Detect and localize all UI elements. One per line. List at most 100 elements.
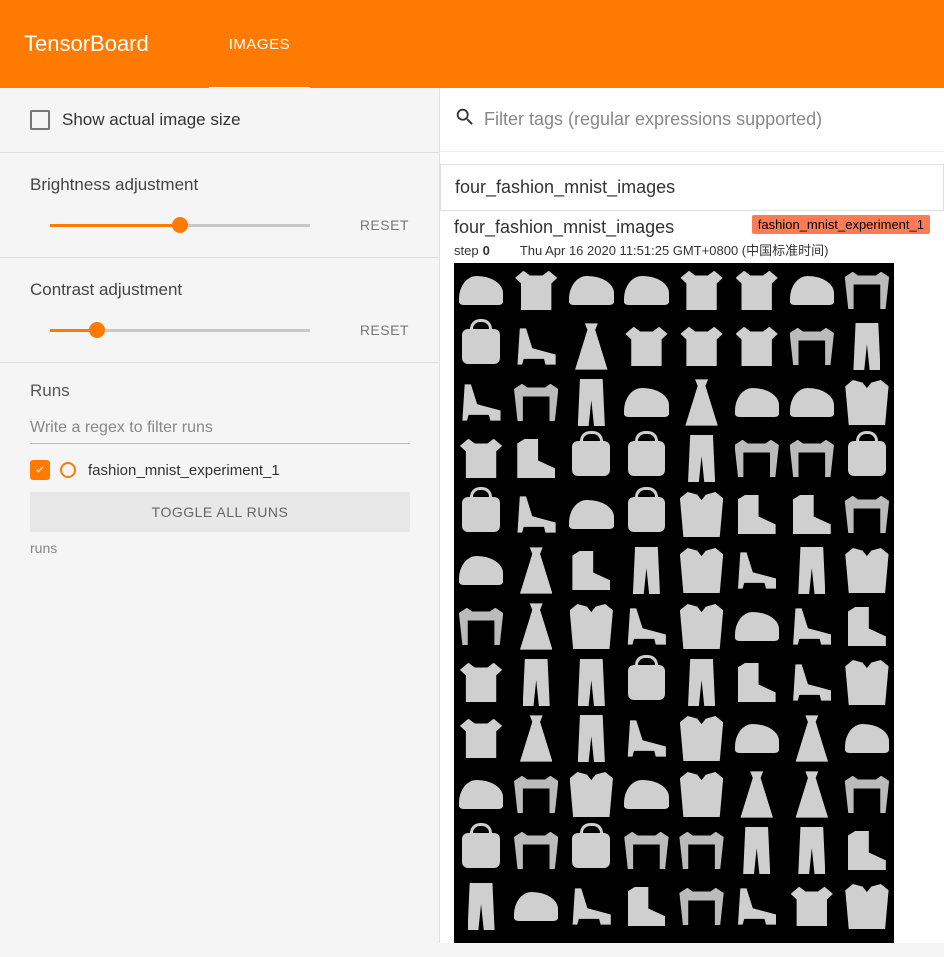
image-thumbnail [840,711,894,766]
image-thumbnail [840,431,894,486]
image-thumbnail [675,319,729,374]
image-thumbnail [564,655,618,710]
image-thumbnail [675,487,729,542]
image-thumbnail [785,431,839,486]
image-thumbnail [509,879,563,934]
show-actual-size-row[interactable]: Show actual image size [0,88,439,153]
image-thumbnail [840,487,894,542]
image-tag-title: four_fashion_mnist_images [454,217,674,238]
tag-filter-bar [440,88,944,152]
image-thumbnail [840,879,894,934]
image-thumbnail [564,431,618,486]
tag-group-header[interactable]: four_fashion_mnist_images [440,164,944,211]
runs-title: Runs [30,381,409,401]
image-thumbnail [785,879,839,934]
image-thumbnail [509,431,563,486]
image-thumbnail [454,543,508,598]
image-thumbnail [730,263,784,318]
contrast-reset-button[interactable]: RESET [360,322,409,338]
runs-footer-label: runs [30,540,409,556]
image-thumbnail [675,823,729,878]
step-value: 0 [483,243,490,258]
step-line: step 0 Thu Apr 16 2020 11:51:25 GMT+0800 (… [454,240,930,259]
image-thumbnail [785,711,839,766]
image-thumbnail [675,431,729,486]
image-thumbnail [564,263,618,318]
image-thumbnail [619,655,673,710]
runs-section: Runs fashion_mnist_experiment_1 TOGGLE A… [0,363,439,566]
image-thumbnail [509,543,563,598]
image-thumbnail [509,375,563,430]
image-thumbnail [785,487,839,542]
image-thumbnail [564,319,618,374]
image-thumbnail [509,823,563,878]
run-name-label: fashion_mnist_experiment_1 [88,462,280,479]
tag-filter-input[interactable] [484,109,904,130]
image-thumbnail [509,655,563,710]
image-thumbnail [840,543,894,598]
run-badge: fashion_mnist_experiment_1 [752,215,930,234]
brightness-section: Brightness adjustment RESET [0,153,439,258]
image-thumbnail [454,879,508,934]
contrast-slider[interactable] [50,320,310,340]
toggle-all-runs-button[interactable]: TOGGLE ALL RUNS [30,492,410,532]
image-thumbnail [564,711,618,766]
image-thumbnail [509,263,563,318]
image-thumbnail [675,375,729,430]
image-thumbnail [454,487,508,542]
image-thumbnail [619,711,673,766]
image-thumbnail [785,375,839,430]
image-thumbnail [564,375,618,430]
brightness-slider[interactable] [50,215,310,235]
image-thumbnail [730,711,784,766]
image-thumbnail [509,599,563,654]
image-thumbnail [840,319,894,374]
tab-images[interactable]: IMAGES [209,2,310,90]
image-thumbnail [454,823,508,878]
image-thumbnail [564,879,618,934]
brand-title: TensorBoard [24,31,149,57]
image-thumbnail [785,599,839,654]
image-thumbnail [619,319,673,374]
image-thumbnail [730,319,784,374]
image-thumbnail [619,599,673,654]
image-thumbnail [675,263,729,318]
image-thumbnail [840,375,894,430]
image-thumbnail [730,543,784,598]
checkbox-icon[interactable] [30,110,50,130]
image-thumbnail [564,599,618,654]
brightness-label: Brightness adjustment [30,175,409,195]
image-thumbnail [454,263,508,318]
image-thumbnail [619,431,673,486]
image-thumbnail [509,767,563,822]
image-thumbnail [619,263,673,318]
brightness-reset-button[interactable]: RESET [360,217,409,233]
image-thumbnail [509,319,563,374]
image-thumbnail [675,767,729,822]
image-thumbnail [730,767,784,822]
image-thumbnail [454,319,508,374]
image-thumbnail [840,823,894,878]
contrast-section: Contrast adjustment RESET [0,258,439,363]
image-thumbnail [785,655,839,710]
step-label: step [454,243,479,258]
show-actual-size-label: Show actual image size [62,110,241,130]
image-card: four_fashion_mnist_images fashion_mnist_… [440,211,944,943]
run-row[interactable]: fashion_mnist_experiment_1 [30,460,409,480]
image-thumbnail [730,431,784,486]
image-thumbnail [675,711,729,766]
image-thumbnail [840,767,894,822]
image-thumbnail [840,263,894,318]
image-thumbnail [564,823,618,878]
runs-filter-input[interactable] [30,413,410,444]
image-thumbnail [454,655,508,710]
image-thumbnail [564,487,618,542]
checkbox-checked-icon[interactable] [30,460,50,480]
image-thumbnail [785,543,839,598]
image-thumbnail [730,599,784,654]
image-grid[interactable] [454,263,894,943]
image-thumbnail [840,655,894,710]
timestamp: Thu Apr 16 2020 11:51:25 GMT+0800 (中国标准时… [520,243,829,258]
image-thumbnail [730,655,784,710]
run-color-icon [60,462,76,478]
